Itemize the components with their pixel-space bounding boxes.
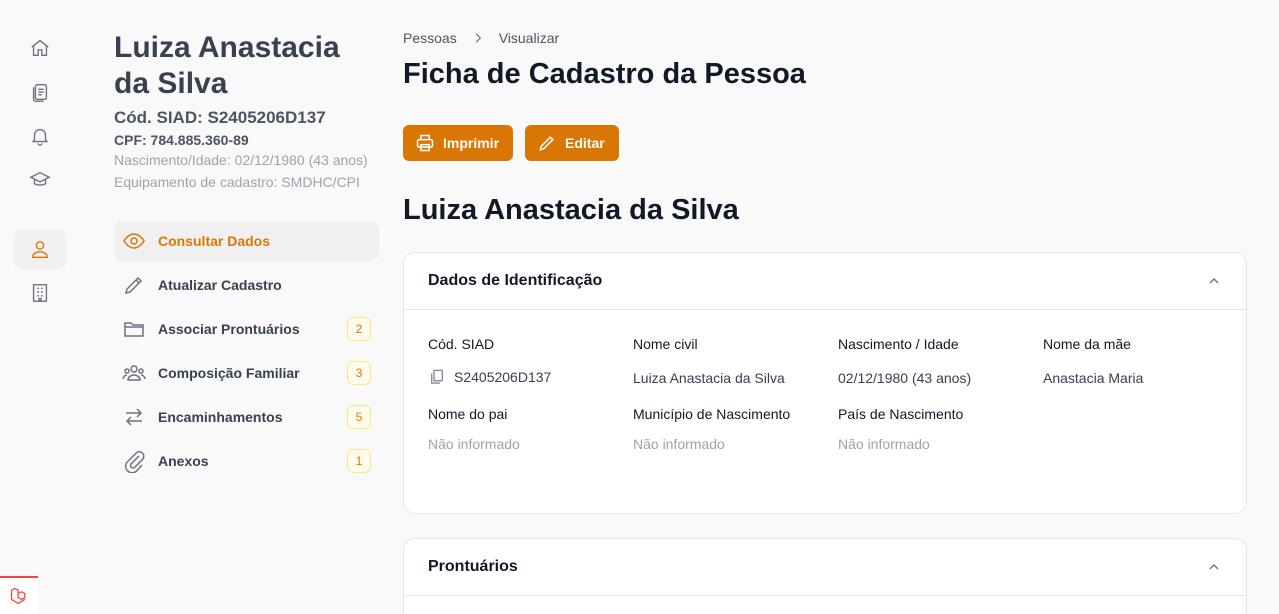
menu-item-consultar-dados[interactable]: Consultar Dados (114, 221, 379, 261)
field-pais-nascimento: País de Nascimento Não informado (838, 406, 1043, 452)
printer-icon (416, 134, 434, 152)
icon-rail (0, 0, 80, 614)
count-badge: 2 (347, 317, 371, 341)
field-cod-siad: Cód. SIAD S2405206D137 (428, 336, 633, 386)
clipboard-icon[interactable] (14, 72, 66, 112)
menu-item-label: Composição Familiar (158, 365, 300, 381)
arrows-icon (122, 405, 146, 429)
field-value: S2405206D137 (428, 368, 633, 386)
chevron-up-icon[interactable] (1206, 559, 1222, 575)
person-menu: Consultar Dados Atualizar Cadastro Assoc… (114, 221, 379, 485)
pencil-icon (122, 273, 146, 297)
bell-icon[interactable] (14, 116, 66, 156)
copy-icon[interactable] (428, 368, 446, 386)
count-badge: 1 (347, 449, 371, 473)
building-icon[interactable] (14, 273, 66, 313)
field-label: Nome do pai (428, 406, 508, 422)
profile-cpf: CPF: 784.885.360-89 (114, 132, 249, 148)
menu-item-associar-prontuarios[interactable]: Associar Prontuários 2 (114, 309, 379, 349)
field-value: Não informado (838, 436, 930, 452)
eye-icon (122, 229, 146, 253)
field-value: Não informado (428, 436, 520, 452)
field-label: Município de Nascimento (633, 406, 791, 422)
field-nome-civil: Nome civil Luiza Anastacia da Silva (633, 336, 838, 386)
edit-button-label: Editar (565, 135, 605, 151)
field-label: Nascimento / Idade (838, 336, 959, 352)
profile-name: Luiza Anastacia da Silva (114, 31, 340, 100)
menu-item-composicao-familiar[interactable]: Composição Familiar 3 (114, 353, 379, 393)
chevron-right-icon (471, 31, 485, 45)
person-heading: Luiza Anastacia da Silva (403, 194, 739, 226)
page-title: Ficha de Cadastro da Pessoa (403, 58, 806, 90)
field-nome-do-pai: Nome do pai Não informado (428, 406, 633, 452)
identification-fields: Cód. SIAD S2405206D137 Nome civil Luiza … (404, 310, 1246, 452)
home-icon[interactable] (14, 28, 66, 68)
action-bar: Imprimir Editar (403, 125, 619, 161)
menu-item-label: Associar Prontuários (158, 321, 300, 337)
laravel-logo-icon[interactable] (0, 576, 38, 614)
user-icon[interactable] (14, 229, 66, 269)
menu-item-label: Anexos (158, 453, 209, 469)
count-badge: 3 (347, 361, 371, 385)
profile-equipment: Equipamento de cadastro: SMDHC/CPI (114, 174, 360, 190)
profile-summary: Luiza Anastacia da Silva Cód. SIAD: S240… (114, 30, 380, 192)
field-label: Nome da mãe (1043, 336, 1131, 352)
profile-siad: Cód. SIAD: S2405206D137 (114, 108, 326, 127)
field-municipio-nascimento: Município de Nascimento Não informado (633, 406, 838, 452)
identification-card-header[interactable]: Dados de Identificação (404, 253, 1246, 310)
count-badge: 5 (347, 405, 371, 429)
field-value: 02/12/1980 (43 anos) (838, 370, 972, 386)
menu-item-atualizar-cadastro[interactable]: Atualizar Cadastro (114, 265, 379, 305)
menu-item-label: Consultar Dados (158, 233, 271, 249)
print-button[interactable]: Imprimir (403, 125, 514, 161)
menu-item-label: Atualizar Cadastro (158, 277, 282, 293)
print-button-label: Imprimir (443, 135, 500, 151)
pencil-icon (539, 136, 554, 151)
field-value: Anastacia Maria (1043, 370, 1144, 386)
paperclip-icon (122, 449, 146, 473)
identification-card-title: Dados de Identificação (428, 272, 603, 289)
field-label: Cód. SIAD (428, 336, 495, 352)
records-card: Prontuários (403, 538, 1247, 614)
field-label: Nome civil (633, 336, 698, 352)
breadcrumb-item-visualizar: Visualizar (498, 30, 560, 46)
edit-button[interactable]: Editar (525, 125, 619, 161)
menu-item-label: Encaminhamentos (158, 409, 283, 425)
graduation-cap-icon[interactable] (14, 160, 66, 200)
field-label: País de Nascimento (838, 406, 964, 422)
cod-siad-value: S2405206D137 (454, 369, 552, 385)
records-card-title: Prontuários (428, 558, 518, 575)
profile-birth: Nascimento/Idade: 02/12/1980 (43 anos) (114, 152, 368, 168)
breadcrumb-item-pessoas[interactable]: Pessoas (403, 30, 457, 46)
field-value: Não informado (633, 436, 725, 452)
menu-item-anexos[interactable]: Anexos 1 (114, 441, 379, 481)
folder-icon (122, 317, 146, 341)
chevron-up-icon[interactable] (1206, 273, 1222, 289)
breadcrumb: Pessoas Visualizar (403, 30, 559, 46)
records-card-header[interactable]: Prontuários (404, 539, 1246, 596)
menu-item-encaminhamentos[interactable]: Encaminhamentos 5 (114, 397, 379, 437)
field-value: Luiza Anastacia da Silva (633, 370, 785, 386)
field-nome-da-mae: Nome da mãe Anastacia Maria (1043, 336, 1248, 386)
identification-card: Dados de Identificação Cód. SIAD S240520… (403, 252, 1247, 514)
field-nascimento-idade: Nascimento / Idade 02/12/1980 (43 anos) (838, 336, 1043, 386)
users-icon (122, 361, 146, 385)
